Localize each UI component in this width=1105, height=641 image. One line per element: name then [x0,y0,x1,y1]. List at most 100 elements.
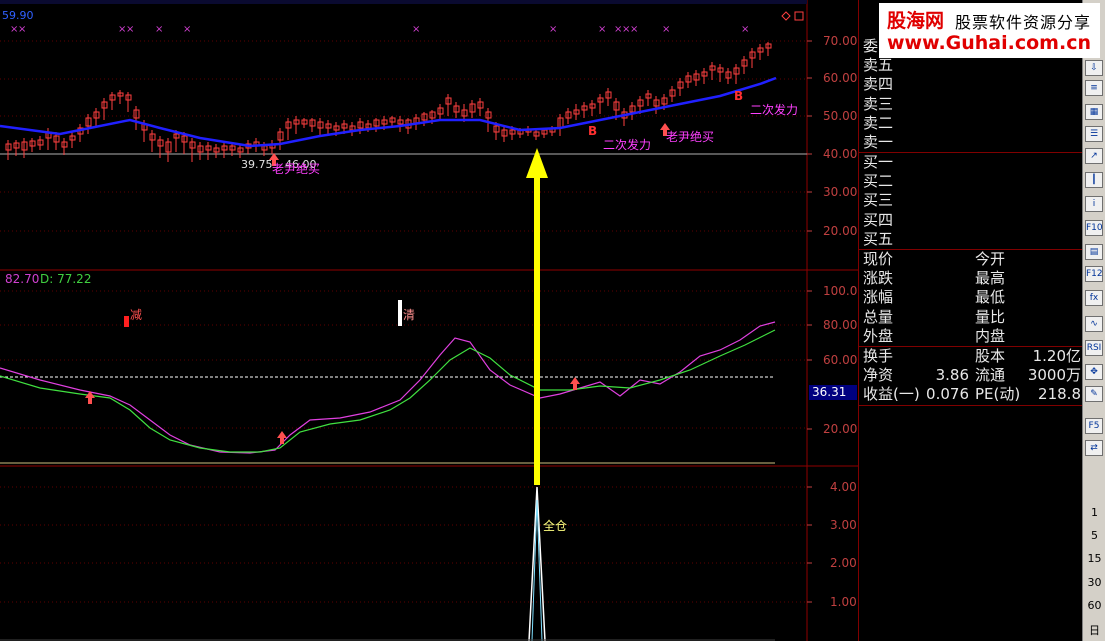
stat-label-right: 最低 [975,288,1006,307]
second-signal-label-2: 二次发力 [750,103,799,117]
buy-signal-label-1: 老尹绝买 [272,162,321,176]
fin-label: 换手 [863,347,894,365]
period-button-2[interactable]: 15 [1083,552,1105,565]
clear-label: 清 [403,308,416,322]
swap-icon[interactable]: ⇄ [1085,440,1103,456]
bid-row-label: 买二 [863,172,894,191]
bid-row-label: 买四 [863,210,894,229]
top-marker: × [549,24,557,35]
top-price-label: 59.90 [2,9,34,22]
kd-axis-tick: 60.00 [823,353,857,367]
f12-icon[interactable]: F12 [1085,266,1103,282]
b-signal-1: B [588,124,598,138]
top-marker: × [155,24,163,35]
logo-sub: 股票软件资源分享 [955,13,1092,32]
ask-row-label: 卖二 [863,113,894,132]
fx-icon[interactable]: fx [1085,290,1103,306]
kd-label-k: 82.70 [5,272,40,286]
ask-row-label: 委 [863,37,879,55]
stat-label-right: 量比 [975,307,1006,326]
fin-label: 收益(一) [863,385,920,404]
fin-label: 净资 [863,366,894,385]
diamond-icon [781,11,791,21]
top-marker: × [741,24,749,35]
stat-label-left: 外盘 [863,326,894,345]
fin-value: 3.86 [935,366,969,385]
square-icon [794,11,804,21]
fin-value-right: 1.20亿 [1032,347,1081,365]
move-icon[interactable]: ✥ [1085,364,1103,380]
f10-icon[interactable]: F10 [1085,220,1103,236]
period-button-1[interactable]: 5 [1083,529,1105,542]
bid-row-label: 买五 [863,229,894,248]
info-icon[interactable]: i [1085,196,1103,212]
b-signal-2: B [734,89,744,103]
signal-axis-tick: 1.00 [830,595,857,609]
clear-bar [398,300,402,326]
kd-label-d: D: 77.22 [40,272,92,286]
reduce-bar [124,316,129,327]
stat-label-left: 总量 [863,307,894,326]
top-marker: × [126,24,134,35]
kd-axis-tick: 80.00 [823,318,857,332]
low-price-label: 39.75 [241,158,273,171]
pen-icon[interactable]: ✎ [1085,386,1103,402]
rsi-icon[interactable]: RSI [1085,340,1103,356]
logo-main: 股海网 [887,10,945,32]
trend-icon[interactable]: ↗ [1085,148,1103,164]
chart-icon[interactable]: ▤ [1085,244,1103,260]
kd-axis-tick: 100.00 [823,284,858,298]
ask-row-label: 卖四 [863,75,894,94]
ask-row-label: 卖三 [863,94,894,113]
list-icon[interactable]: ≡ [1085,80,1103,96]
reduce-label: 减 [130,308,143,322]
price-axis-tick: 20.00 [823,224,857,238]
wave-icon[interactable]: ∿ [1085,316,1103,332]
fin-value-right: 3000万 [1027,366,1081,385]
top-marker: × [598,24,606,35]
yellow-signal-arrow [526,148,548,485]
signal-axis-tick: 3.00 [830,518,857,532]
right-toolbar: ⇩ ≡ ▦ ☰ ↗ ┃ i F10 ▤ F12 fx ∿ RSI ✥ ✎ F5 ⇄ 1 5 15 30 60 日 [1082,0,1105,641]
kd-arrow-icon [277,431,287,444]
signal-axis-tick: 2.00 [830,556,857,570]
stat-label-left: 涨幅 [863,288,894,307]
stat-label-right: 今开 [975,250,1006,268]
period-button-4[interactable]: 60 [1083,599,1105,612]
signal-axis-tick: 4.00 [830,480,857,494]
top-marker: × [630,24,638,35]
price-axis-tick: 60.00 [823,71,857,85]
candle-icon[interactable]: ┃ [1085,172,1103,188]
fin-value: 0.076 [926,385,969,404]
full-position-label: 全仓 [543,519,568,533]
k-line [0,321,776,454]
stat-label-left: 涨跌 [863,269,894,288]
list2-icon[interactable]: ☰ [1085,126,1103,142]
price-axis-tick: 30.00 [823,185,857,199]
second-signal-label-1: 二次发力 [603,138,652,152]
period-button-0[interactable]: 1 [1083,506,1105,519]
fin-value-right: 218.8 [1038,385,1081,404]
price-axis-tick: 40.00 [823,147,857,161]
table-icon[interactable]: ▦ [1085,104,1103,120]
buy-signal-label-2: 老尹绝买 [666,130,715,144]
ask-row-label: 卖五 [863,56,894,75]
arrow-icon[interactable]: ⇩ [1085,60,1103,76]
logo-url: www.Guhai.com.cn [887,32,1091,54]
top-marker: × [183,24,191,35]
stat-label-right: 内盘 [975,326,1006,345]
stat-label-left: 现价 [863,250,894,268]
period-button-3[interactable]: 30 [1083,576,1105,589]
top-marker: × [18,24,26,35]
fin-label-right: PE(动) [975,385,1021,404]
chart-area[interactable]: 70.00 60.00 50.00 40.00 30.00 20.00 100.00 80.0… [0,0,858,641]
quote-panel: 委卖五 卖四 卖三 卖二 卖一 买一 买二 买三 买四 买五 现价 今开 涨跌 最高 涨幅 最低 总量 量比 外盘 内… [858,0,1083,641]
top-marker: × [412,24,420,35]
signal-spike-inner [531,499,543,641]
period-button-5[interactable]: 日 [1083,622,1105,638]
price-axis-tick: 70.00 [823,34,857,48]
quote-separator [859,405,1083,406]
bid-row-label: 买三 [863,191,894,210]
chart-canvas[interactable]: 70.00 60.00 50.00 40.00 30.00 20.00 100.00 80.0… [0,0,858,641]
f5-icon[interactable]: F5 [1085,418,1103,434]
